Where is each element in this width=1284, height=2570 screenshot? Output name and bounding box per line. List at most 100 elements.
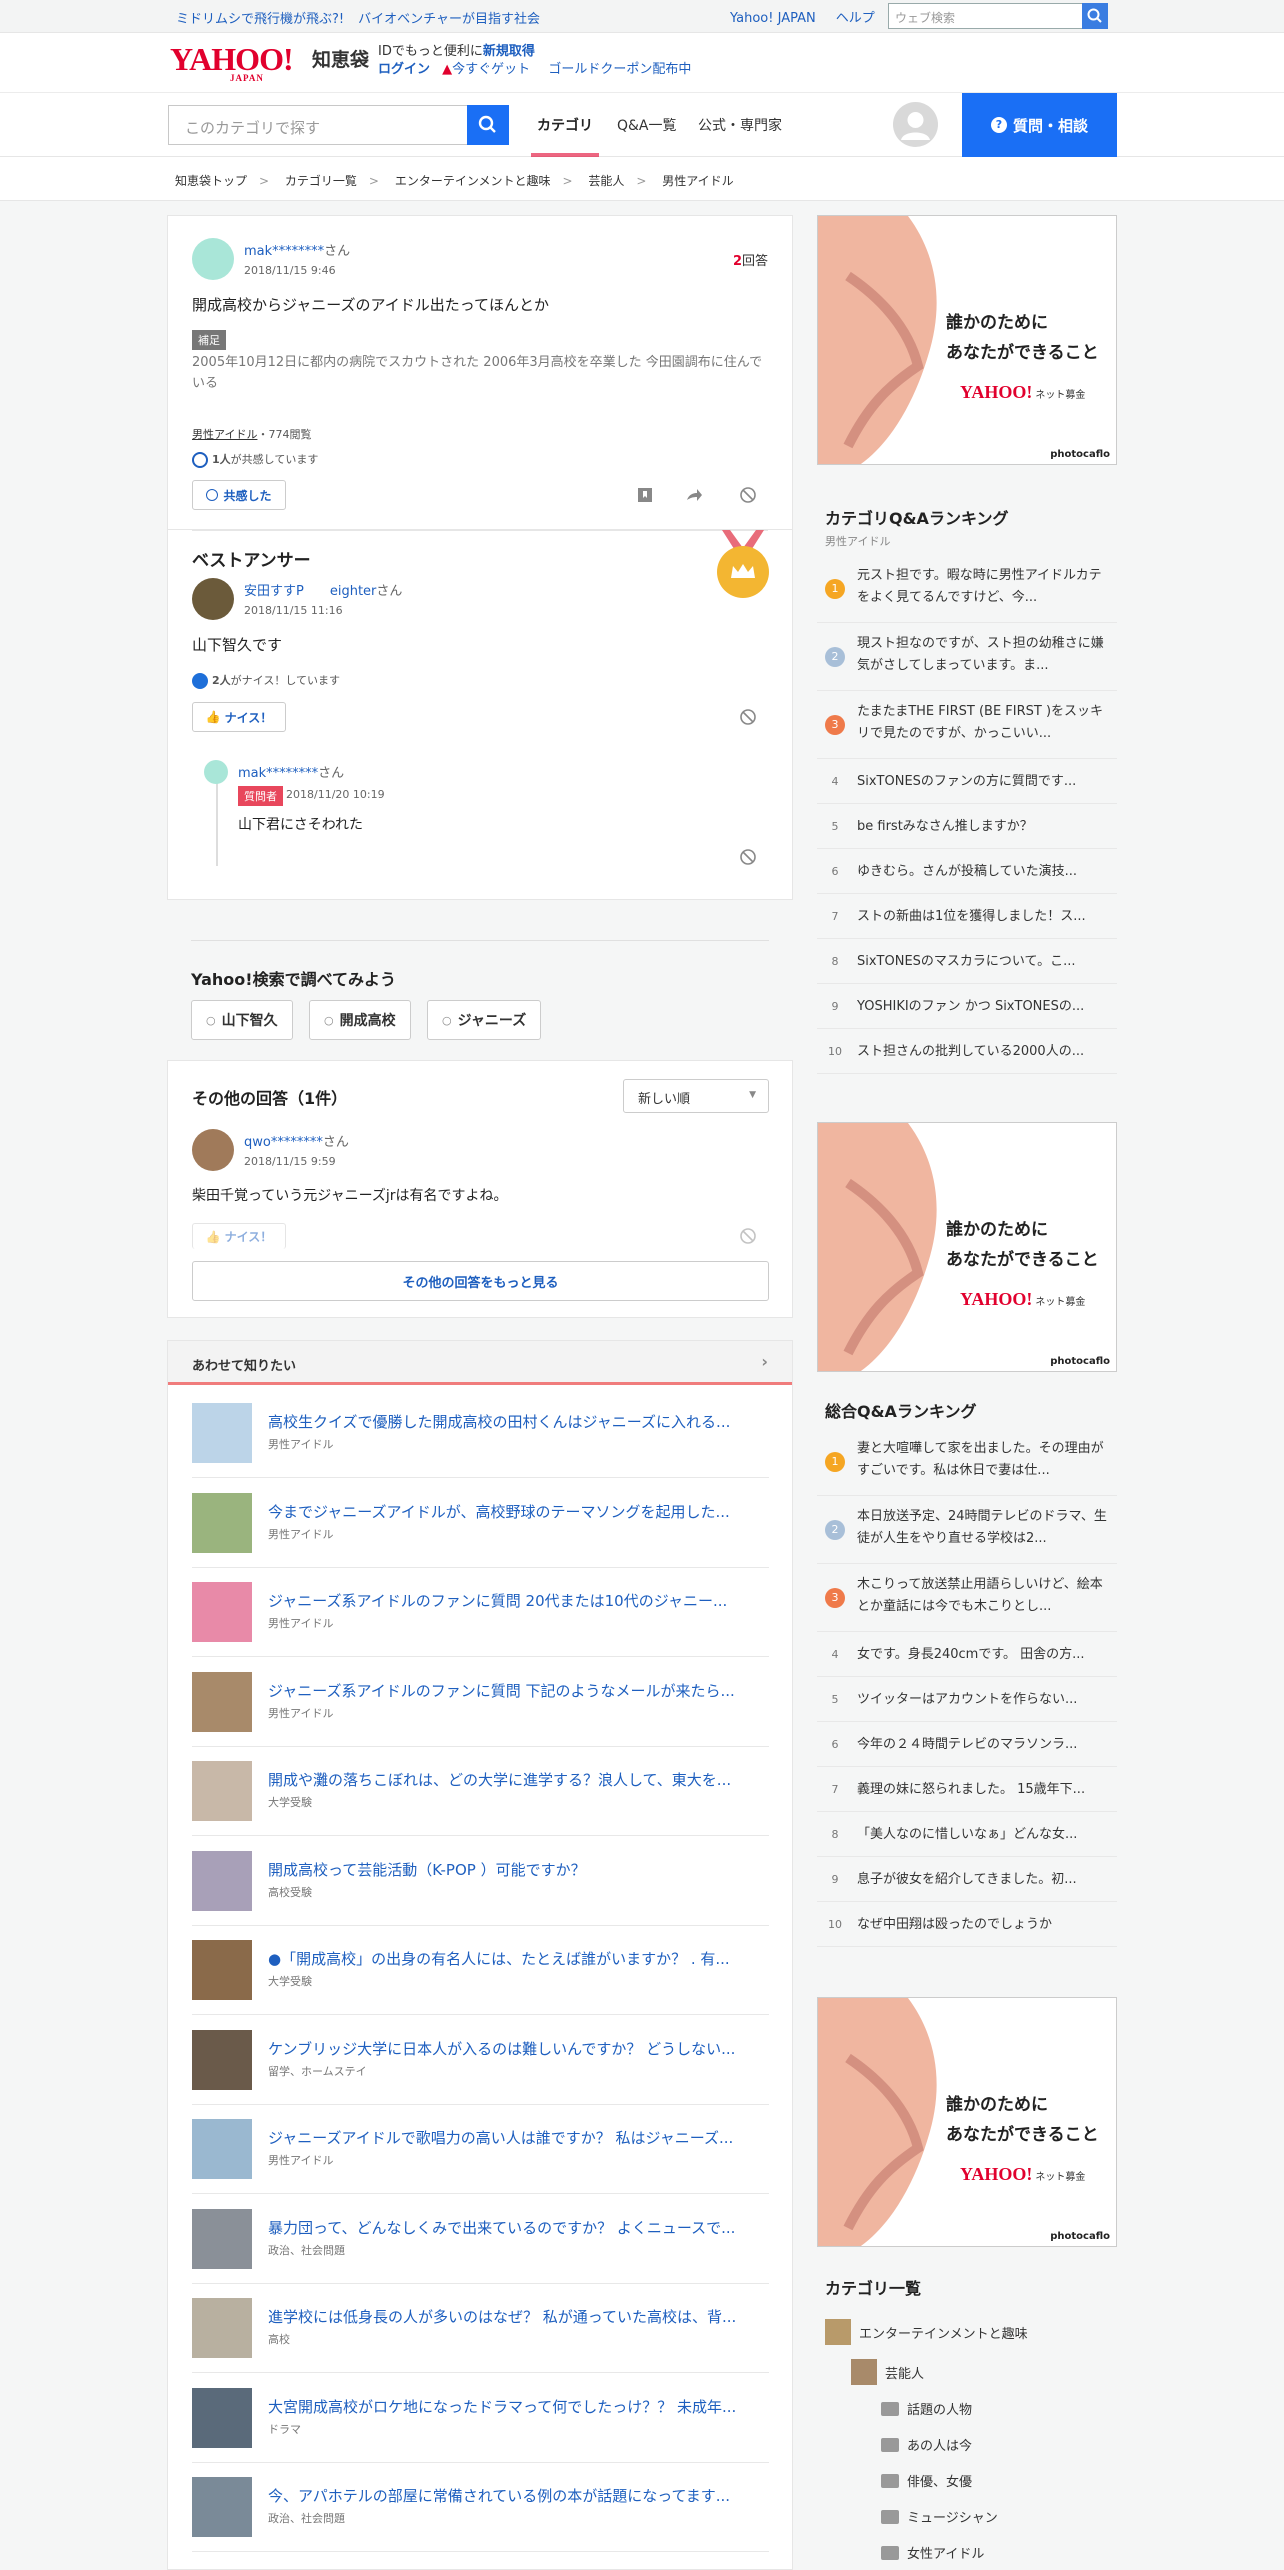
tab-official[interactable]: 公式・専門家 — [698, 115, 782, 135]
empathy-button[interactable]: 共感した — [192, 480, 286, 510]
login-link[interactable]: ログイン — [378, 62, 430, 77]
ranking-item[interactable]: 9 YOSHIKIのファン かつ SixTONESの... — [817, 984, 1117, 1029]
ranking-item[interactable]: 8 SixTONESのマスカラについて。こ... — [817, 939, 1117, 984]
breadcrumb-male-idol[interactable]: 男性アイドル — [662, 174, 733, 188]
reply-user[interactable]: mak********さん — [238, 762, 344, 781]
category-search-button[interactable] — [467, 105, 509, 145]
category-item[interactable]: 俳優、女優 — [881, 2471, 972, 2490]
ranking-title[interactable]: 現スト担なのですが、スト担の幼稚さに嫌気がさしてしまっています。ま... — [857, 633, 1107, 677]
gold-coupon-link[interactable]: ゴールドクーポン配布中 — [548, 62, 691, 77]
ranking-title[interactable]: 本日放送予定、24時間テレビのドラマ、生徒が人生をやり直せる学校は2... — [857, 1506, 1107, 1550]
block-icon[interactable] — [739, 486, 757, 504]
related-thumbnail[interactable] — [192, 1940, 252, 2000]
category-item[interactable]: エンターテインメントと趣味 — [825, 2319, 1028, 2345]
ranking-item[interactable]: 4 女です。身長240cmです。 田舎の方... — [817, 1632, 1117, 1677]
help-link[interactable]: ヘルプ — [836, 11, 875, 26]
category-item[interactable]: 芸能人 — [851, 2359, 924, 2385]
top-promo-link[interactable]: ミドリムシで飛行機が飛ぶ?! バイオベンチャーが目指す社会 — [176, 8, 554, 27]
related-title[interactable]: 今までジャニーズアイドルが、高校野球のテーマソングを起用した... — [268, 1501, 768, 1522]
related-title[interactable]: 大宮開成高校がロケ地になったドラマって何でしたっけ？？ 未成年... — [268, 2396, 768, 2417]
ranking-item[interactable]: 8 「美人なのに惜しいなぁ」どんな女... — [817, 1812, 1117, 1857]
related-title[interactable]: ジャニーズ系アイドルのファンに質問 下記のようなメールが来たら... — [268, 1680, 768, 1701]
ranking-item[interactable]: 3 木こりって放送禁止用語らしいけど、絵本とか童話には今でも木こりとし... — [817, 1564, 1117, 1632]
ranking-title[interactable]: 今年の２４時間テレビのマラソンラ... — [857, 1734, 1107, 1756]
related-item[interactable]: 開成や灘の落ちこぼれは、どの大学に進学する？浪人して、東大を... 大学受験 — [192, 1747, 769, 1836]
yahoo-japan-link[interactable]: Yahoo! JAPAN — [730, 11, 816, 26]
related-item[interactable]: 暴力団って、どんなしくみで出来ているのですか？ よくニュースで... 政治、社会問… — [192, 2195, 769, 2284]
related-item[interactable]: ジャニーズ系アイドルのファンに質問 20代または10代のジャニー... 男性アイド… — [192, 1568, 769, 1657]
block-icon[interactable] — [739, 1227, 757, 1245]
ranking-title[interactable]: SixTONESのファンの方に質問です... — [857, 771, 1107, 793]
related-title[interactable]: 開成高校って芸能活動（K-POP ）可能ですか？ — [268, 1859, 768, 1880]
related-title[interactable]: 暴力団って、どんなしくみで出来ているのですか？ よくニュースで... — [268, 2217, 768, 2238]
avatar[interactable] — [192, 238, 234, 280]
web-search-button[interactable] — [1082, 3, 1108, 29]
related-thumbnail[interactable] — [192, 2208, 252, 2269]
sort-select[interactable]: 新しい順 ▼ — [623, 1079, 769, 1113]
search-chip[interactable]: ○ 開成高校 — [309, 1000, 411, 1040]
category-search-input[interactable]: このカテゴリで探す — [168, 105, 509, 145]
related-thumbnail[interactable] — [192, 2387, 252, 2448]
related-thumbnail[interactable] — [192, 1492, 252, 1553]
category-item[interactable]: ミュージシャン — [881, 2507, 998, 2526]
ranking-item[interactable]: 6 今年の２４時間テレビのマラソンラ... — [817, 1722, 1117, 1767]
ranking-title[interactable]: ゆきむら。さんが投稿していた演技... — [857, 861, 1107, 883]
ranking-title[interactable]: スト担さんの批判している2000人の... — [857, 1041, 1107, 1063]
tab-category[interactable]: カテゴリ — [531, 115, 599, 157]
breadcrumb-celebrity[interactable]: 芸能人 — [588, 174, 624, 188]
ranking-title[interactable]: 木こりって放送禁止用語らしいけど、絵本とか童話には今でも木こりとし... — [857, 1574, 1107, 1618]
related-title[interactable]: ●「開成高校」の出身の有名人には、たとえば誰がいますか？ . 有... — [268, 1948, 768, 1969]
ranking-title[interactable]: 「美人なのに惜しいなぁ」どんな女... — [857, 1824, 1107, 1846]
ranking-title[interactable]: ストの新曲は1位を獲得しました！ス... — [857, 906, 1107, 928]
ranking-item[interactable]: 10 スト担さんの批判している2000人の... — [817, 1029, 1117, 1074]
related-thumbnail[interactable] — [192, 2119, 252, 2179]
search-chip[interactable]: ○ 山下智久 — [191, 1000, 293, 1040]
other-answer-user[interactable]: qwo********さん — [244, 1131, 349, 1150]
ranking-item[interactable]: 10 なぜ中田翔は殴ったのでしょうか — [817, 1902, 1117, 1947]
related-thumbnail[interactable] — [192, 2029, 252, 2090]
breadcrumb-top[interactable]: 知恵袋トップ — [175, 174, 247, 188]
related-item[interactable]: 高校生クイズで優勝した開成高校の田村くんはジャニーズに入れる... 男性アイドル — [192, 1389, 769, 1478]
category-item[interactable]: 話題の人物 — [881, 2399, 972, 2418]
related-item[interactable]: ケンブリッジ大学に日本人が入るのは難しいんですか？ どうしない... 留学、ホーム… — [192, 2016, 769, 2105]
tab-qa-list[interactable]: Q&A一覧 — [617, 115, 677, 135]
ranking-title[interactable]: たまたまTHE FIRST (BE FIRST )をスッキリで見たのですが、かっ… — [857, 701, 1107, 745]
ranking-item[interactable]: 7 ストの新曲は1位を獲得しました！ス... — [817, 894, 1117, 939]
signup-link[interactable]: 新規取得 — [483, 44, 535, 59]
nice-button[interactable]: 👍 ナイス！ — [192, 702, 286, 732]
get-now-link[interactable]: ▲今すぐゲット — [434, 62, 530, 77]
user-avatar[interactable] — [893, 102, 938, 147]
related-title[interactable]: ケンブリッジ大学に日本人が入るのは難しいんですか？ どうしない... — [268, 2038, 768, 2059]
search-chip[interactable]: ○ ジャニーズ — [427, 1000, 542, 1040]
related-item[interactable]: 今までジャニーズアイドルが、高校野球のテーマソングを起用した... 男性アイドル — [192, 1479, 769, 1568]
ranking-title[interactable]: 元スト担です。暇な時に男性アイドルカテをよく見てるんですけど、今... — [857, 565, 1107, 609]
ranking-title[interactable]: 息子が彼女を紹介してきました。初... — [857, 1869, 1107, 1891]
block-icon[interactable] — [739, 708, 757, 726]
category-link[interactable]: 男性アイドル — [192, 428, 257, 441]
related-thumbnail[interactable] — [192, 2477, 252, 2537]
related-title[interactable]: 今、アパホテルの部屋に常備されている例の本が話題になってます... — [268, 2485, 768, 2506]
related-item[interactable]: 進学校には低身長の人が多いのはなぜ？ 私が通っていた高校は、背... 高校 — [192, 2284, 769, 2373]
share-icon[interactable] — [685, 486, 703, 504]
ranking-item[interactable]: 2 現スト担なのですが、スト担の幼稚さに嫌気がさしてしまっています。ま... — [817, 623, 1117, 691]
related-header[interactable]: あわせて知りたい › — [168, 1341, 792, 1385]
related-title[interactable]: 高校生クイズで優勝した開成高校の田村くんはジャニーズに入れる... — [268, 1411, 768, 1432]
related-item[interactable]: 大宮開成高校がロケ地になったドラマって何でしたっけ？？ 未成年... ドラマ — [192, 2374, 769, 2463]
ranking-item[interactable]: 5 ツイッターはアカウントを作らない... — [817, 1677, 1117, 1722]
question-user[interactable]: mak********さん — [244, 240, 350, 259]
ranking-title[interactable]: ツイッターはアカウントを作らない... — [857, 1689, 1107, 1711]
avatar[interactable] — [192, 578, 234, 620]
related-thumbnail[interactable] — [192, 1582, 252, 1642]
related-item[interactable]: 開成高校って芸能活動（K-POP ）可能ですか？ 高校受験 — [192, 1837, 769, 1926]
ranking-title[interactable]: 女です。身長240cmです。 田舎の方... — [857, 1644, 1107, 1666]
ask-question-button[interactable]: ? 質問・相談 — [962, 93, 1117, 157]
related-item[interactable]: 今、アパホテルの部屋に常備されている例の本が話題になってます... 政治、社会問題 — [192, 2463, 769, 2552]
nice-button[interactable]: 👍 ナイス！ — [192, 1223, 286, 1249]
ranking-title[interactable]: be firstみなさん推しますか？ — [857, 816, 1107, 838]
ranking-item[interactable]: 4 SixTONESのファンの方に質問です... — [817, 759, 1117, 804]
category-item[interactable]: 女性アイドル — [881, 2543, 984, 2562]
block-icon[interactable] — [739, 848, 757, 866]
web-search-input[interactable]: ウェブ検索 — [888, 3, 1108, 29]
related-thumbnail[interactable] — [192, 1850, 252, 1911]
ranking-item[interactable]: 1 妻と大喧嘩して家を出ました。その理由がすごいです。私は休日で妻は仕... — [817, 1428, 1117, 1496]
